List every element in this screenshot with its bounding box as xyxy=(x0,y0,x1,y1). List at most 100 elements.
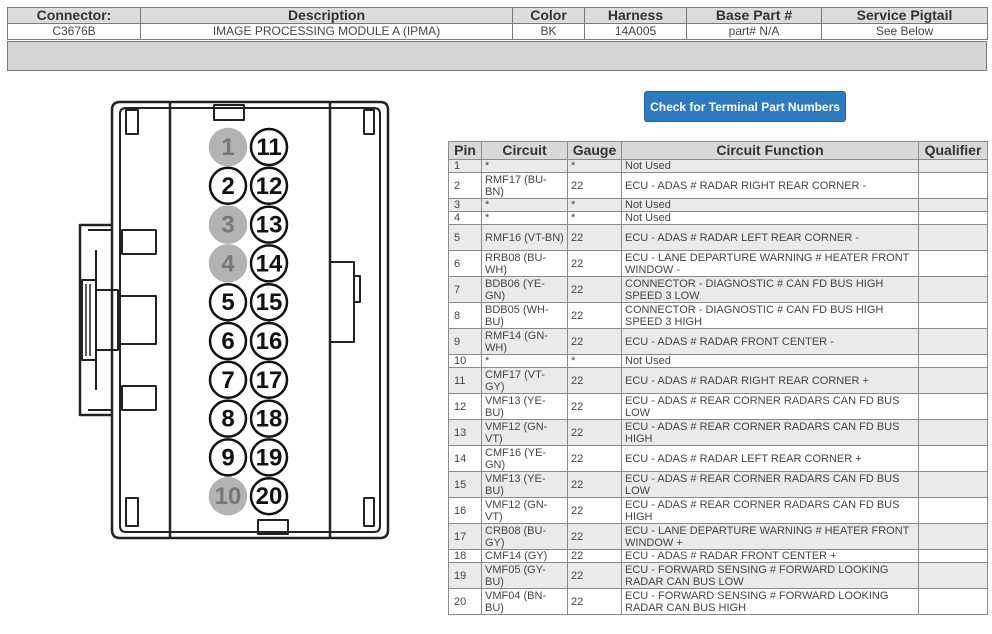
circuit-code: * xyxy=(481,211,568,225)
qualifier xyxy=(918,367,988,394)
wire-gauge: 22 xyxy=(567,250,622,277)
qualifier xyxy=(918,419,988,446)
pin-number: 17 xyxy=(448,523,482,550)
pin-15-label: 15 xyxy=(256,289,283,316)
service-pigtail-header: Service Pigtail xyxy=(821,7,988,24)
qualifier xyxy=(918,302,988,329)
table-row: 9 RMF14 (GN-WH) 22 ECU - ADAS # RADAR FRONT… xyxy=(448,328,988,355)
qualifier xyxy=(918,562,988,589)
circuit-code: CMF14 (GY) xyxy=(481,549,568,563)
table-row: 17 CRB08 (BU-GY) 22 ECU - LANE DEPARTURE WA… xyxy=(448,523,988,550)
qualifier xyxy=(918,497,988,524)
qualifier xyxy=(918,445,988,472)
table-row: 7 BDB06 (YE-GN) 22 CONNECTOR - DIAGNOSTIC #… xyxy=(448,276,988,303)
wire-gauge: * xyxy=(567,198,622,212)
pin-number: 15 xyxy=(448,471,482,498)
pin-number: 6 xyxy=(448,250,482,277)
description-header: Description xyxy=(140,7,513,24)
circuit-code: VMF13 (YE-BU) xyxy=(481,393,568,420)
pin-number: 8 xyxy=(448,302,482,329)
connector-id: C3676B xyxy=(7,23,141,40)
circuit-code: BDB05 (WH-BU) xyxy=(481,302,568,329)
pin-5-label: 5 xyxy=(221,289,234,316)
qualifier xyxy=(918,471,988,498)
circuit-code: VMF04 (BN-BU) xyxy=(481,588,568,615)
pin-number: 9 xyxy=(448,328,482,355)
circuit-function: ECU - FORWARD SENSING # FORWARD LOOKING … xyxy=(621,588,919,615)
info-banner xyxy=(7,41,987,71)
terminal-part-numbers-button[interactable]: Check for Terminal Part Numbers xyxy=(644,91,846,122)
table-row: 14 CMF16 (YE-GN) 22 ECU - ADAS # RADAR LEFT… xyxy=(448,445,988,472)
pin-number: 2 xyxy=(448,172,482,199)
table-row: 19 VMF05 (GY-BU) 22 ECU - FORWARD SENSING #… xyxy=(448,562,988,589)
qualifier xyxy=(918,172,988,199)
pin-2-label: 2 xyxy=(221,173,234,200)
qualifier xyxy=(918,159,988,173)
wire-gauge: 22 xyxy=(567,224,622,251)
circuit-column-header: Circuit xyxy=(481,141,568,160)
connector-harness: 14A005 xyxy=(584,23,687,40)
circuit-code: RMF14 (GN-WH) xyxy=(481,328,568,355)
wire-gauge: 22 xyxy=(567,172,622,199)
connector-info-table: Connector: Description Color Harness Bas… xyxy=(7,7,988,40)
circuit-function: Not Used xyxy=(621,159,919,173)
wire-gauge: 22 xyxy=(567,549,622,563)
pin-13-label: 13 xyxy=(256,212,283,239)
circuit-function: ECU - LANE DEPARTURE WARNING # HEATER FR… xyxy=(621,523,919,550)
wire-gauge: 22 xyxy=(567,562,622,589)
pin-number: 14 xyxy=(448,445,482,472)
pin-20-label: 20 xyxy=(256,483,283,510)
pin-number: 10 xyxy=(448,354,482,368)
circuit-code: VMF12 (GN-VT) xyxy=(481,419,568,446)
qualifier xyxy=(918,211,988,225)
circuit-function: ECU - ADAS # REAR CORNER RADARS CAN FD B… xyxy=(621,471,919,498)
circuit-code: CMF17 (VT-GY) xyxy=(481,367,568,394)
connector-description: IMAGE PROCESSING MODULE A (IPMA) xyxy=(140,23,513,40)
circuit-code: * xyxy=(481,159,568,173)
pin-number: 12 xyxy=(448,393,482,420)
pin-19-label: 19 xyxy=(256,444,283,471)
circuit-function: ECU - ADAS # RADAR LEFT REAR CORNER + xyxy=(621,445,919,472)
pin-8-label: 8 xyxy=(221,406,234,433)
pin-number: 7 xyxy=(448,276,482,303)
circuit-function: ECU - FORWARD SENSING # FORWARD LOOKING … xyxy=(621,562,919,589)
table-row: 5 RMF16 (VT-BN) 22 ECU - ADAS # RADAR LEFT … xyxy=(448,224,988,251)
circuit-function: ECU - LANE DEPARTURE WARNING # HEATER FR… xyxy=(621,250,919,277)
pin-18-label: 18 xyxy=(256,406,283,433)
pin-number: 1 xyxy=(448,159,482,173)
qualifier xyxy=(918,328,988,355)
pin-1-label: 1 xyxy=(221,134,234,161)
qualifier xyxy=(918,224,988,251)
circuit-code: BDB06 (YE-GN) xyxy=(481,276,568,303)
wire-gauge: * xyxy=(567,354,622,368)
circuit-function: Not Used xyxy=(621,354,919,368)
pin-14-label: 14 xyxy=(256,250,283,277)
pin-9-label: 9 xyxy=(221,444,234,471)
pin-number: 4 xyxy=(448,211,482,225)
pin-number: 19 xyxy=(448,562,482,589)
circuit-code: CRB08 (BU-GY) xyxy=(481,523,568,550)
circuit-function-column-header: Circuit Function xyxy=(621,141,919,160)
table-row: 16 VMF12 (GN-VT) 22 ECU - ADAS # REAR CORNE… xyxy=(448,497,988,524)
table-row: 13 VMF12 (GN-VT) 22 ECU - ADAS # REAR CORNE… xyxy=(448,419,988,446)
pin-number: 5 xyxy=(448,224,482,251)
pin-7-label: 7 xyxy=(221,367,234,394)
table-row: 18 CMF14 (GY) 22 ECU - ADAS # RADAR FRONT C… xyxy=(448,549,988,563)
circuit-function: ECU - ADAS # REAR CORNER RADARS CAN FD B… xyxy=(621,497,919,524)
circuit-function: ECU - ADAS # REAR CORNER RADARS CAN FD B… xyxy=(621,393,919,420)
wire-gauge: 22 xyxy=(567,419,622,446)
circuit-code: RRB08 (BU-WH) xyxy=(481,250,568,277)
connector-pins: 1234567891011121314151617181920 xyxy=(208,127,289,516)
pin-12-label: 12 xyxy=(256,173,283,200)
connector-color: BK xyxy=(512,23,585,40)
table-row: 3 * * Not Used xyxy=(448,198,988,212)
circuit-function: CONNECTOR - DIAGNOSTIC # CAN FD BUS HIGH… xyxy=(621,276,919,303)
table-row: 10 * * Not Used xyxy=(448,354,988,368)
wire-gauge: 22 xyxy=(567,367,622,394)
table-row: 1 * * Not Used xyxy=(448,159,988,173)
circuit-function: ECU - ADAS # RADAR LEFT REAR CORNER - xyxy=(621,224,919,251)
pin-column-header: Pin xyxy=(448,141,482,160)
base-part-header: Base Part # xyxy=(686,7,822,24)
circuit-code: * xyxy=(481,354,568,368)
pin-number: 13 xyxy=(448,419,482,446)
